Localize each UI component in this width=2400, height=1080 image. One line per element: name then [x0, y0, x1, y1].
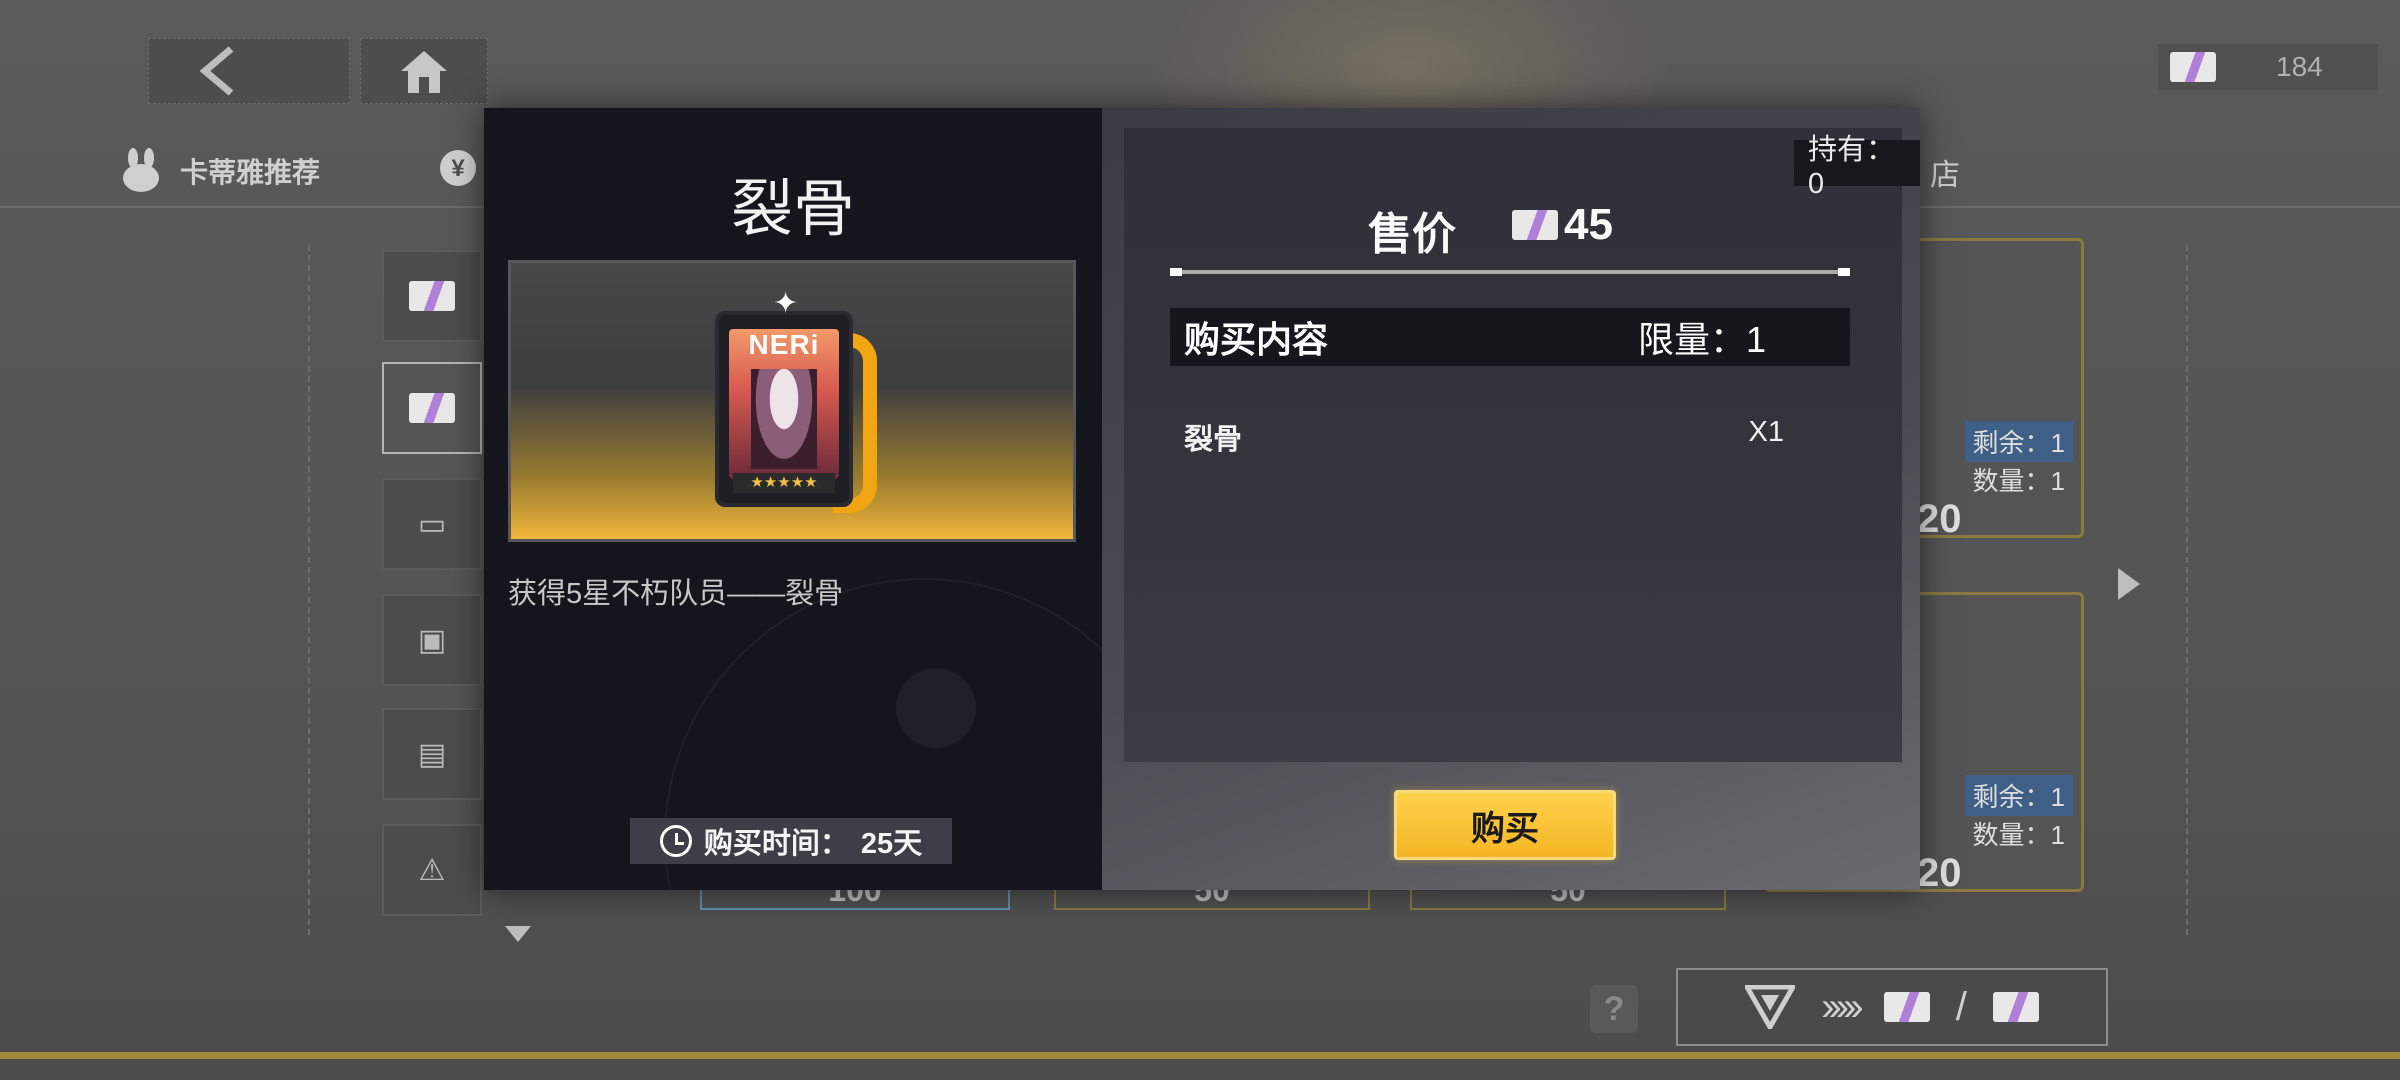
badge-portrait: NERi	[729, 329, 839, 479]
item-info-panel: 裂骨 NERi ★★★★★ ✦ 获得5星不朽队员——裂骨 购买时间： 25天	[484, 108, 1102, 890]
content-item-qty: X1	[1748, 416, 1784, 448]
purchase-limit: 限量：1	[1637, 319, 1766, 360]
arrow-down-icon[interactable]	[503, 924, 533, 944]
sparkle-icon: ✦	[773, 287, 799, 320]
card-remaining: 剩余：1	[1964, 421, 2073, 462]
purchase-dialog: 裂骨 NERi ★★★★★ ✦ 获得5星不朽队员——裂骨 购买时间： 25天 持…	[484, 108, 1920, 890]
price-value: 45	[1564, 200, 1613, 249]
content-item-name: 裂骨	[1184, 424, 1243, 456]
back-button[interactable]	[148, 38, 350, 104]
tab-label: 卡蒂雅推荐	[180, 157, 321, 188]
character-portrait	[751, 369, 817, 469]
purchase-time-value: 25天	[860, 828, 923, 860]
controller-icon: ▤	[417, 737, 447, 771]
rabbit-icon	[123, 148, 159, 192]
ticket-icon	[409, 393, 455, 423]
price-value-group: 45	[1512, 200, 1613, 250]
price-divider	[1170, 268, 1850, 276]
badge-brand: NERi	[748, 329, 820, 360]
ticket-icon	[2170, 52, 2216, 82]
home-button[interactable]	[360, 38, 488, 104]
ticket-icon	[1883, 992, 1930, 1022]
buy-button[interactable]: 购买	[1394, 790, 1616, 860]
help-icon: ?	[1603, 989, 1625, 1028]
home-icon	[401, 51, 447, 93]
ticket-icon	[409, 281, 455, 311]
id-badge: NERi ★★★★★	[715, 311, 853, 507]
decor-dot	[896, 668, 976, 748]
list-frame-right	[2186, 245, 2188, 935]
purchase-time-pill: 购买时间： 25天	[630, 818, 952, 864]
purchase-time-label: 购买时间：	[703, 828, 849, 860]
badge-stars: ★★★★★	[733, 473, 835, 493]
resource-value: 184	[2276, 51, 2323, 82]
category-gear[interactable]: ▤	[382, 708, 482, 800]
yen-icon: ¥	[440, 150, 476, 186]
slash-icon: /	[1955, 984, 1967, 1029]
purchase-panel: 持有：0 售价 45 购买内容 限量：1 裂骨 X1 购买	[1102, 108, 1920, 890]
card-quantity: 数量：1	[1972, 466, 2065, 496]
back-arrow-icon	[199, 46, 234, 96]
item-image: NERi ★★★★★ ✦	[508, 260, 1076, 542]
content-header-label: 购买内容	[1184, 319, 1329, 360]
ticket-icon	[1992, 992, 2039, 1022]
tab-yen-shop[interactable]: ¥	[438, 148, 478, 188]
svg-text:¥: ¥	[451, 155, 465, 182]
ticket-icon	[1512, 210, 1558, 240]
buy-button-label: 购买	[1471, 809, 1539, 848]
category-card[interactable]: ▭	[382, 478, 482, 570]
card-remaining: 剩余：1	[1964, 775, 2073, 816]
chip-icon: ▣	[417, 623, 447, 657]
holding-count: 持有：0	[1794, 134, 1920, 200]
item-title: 裂骨	[730, 175, 855, 244]
content-header: 购买内容 限量：1	[1170, 308, 1850, 366]
price-label: 售价	[1368, 210, 1456, 259]
card-quantity: 数量：1	[1972, 820, 2065, 850]
chevrons-icon: ›››››	[1821, 984, 1864, 1029]
help-button[interactable]: ?	[1590, 985, 1638, 1033]
card-warning-icon: ▭	[417, 507, 447, 541]
resource-counter: 184	[2158, 44, 2378, 90]
list-frame-left	[308, 245, 310, 935]
bottom-accent-strip	[0, 1052, 2400, 1059]
clock-icon	[659, 825, 692, 857]
category-chip[interactable]: ▣	[382, 594, 482, 686]
currency-exchange-bar[interactable]: ››››› /	[1676, 968, 2108, 1046]
card-price: 20	[1917, 497, 1962, 541]
warning-icon: ⚠	[418, 853, 446, 887]
item-description: 获得5星不朽队员——裂骨	[508, 578, 844, 610]
category-warning[interactable]: ⚠	[382, 824, 482, 916]
category-ticket-a[interactable]	[382, 250, 482, 342]
content-row: 裂骨 X1	[1184, 416, 1784, 458]
brand-triangle-icon	[1745, 985, 1796, 1029]
card-price: 20	[1917, 851, 1962, 895]
hidden-tab-fragment: 店	[1930, 159, 1960, 192]
tab-katia-recommend[interactable]: 卡蒂雅推荐	[118, 148, 320, 194]
arrow-right-icon[interactable]	[2116, 566, 2142, 602]
category-ticket-b[interactable]	[382, 362, 482, 454]
